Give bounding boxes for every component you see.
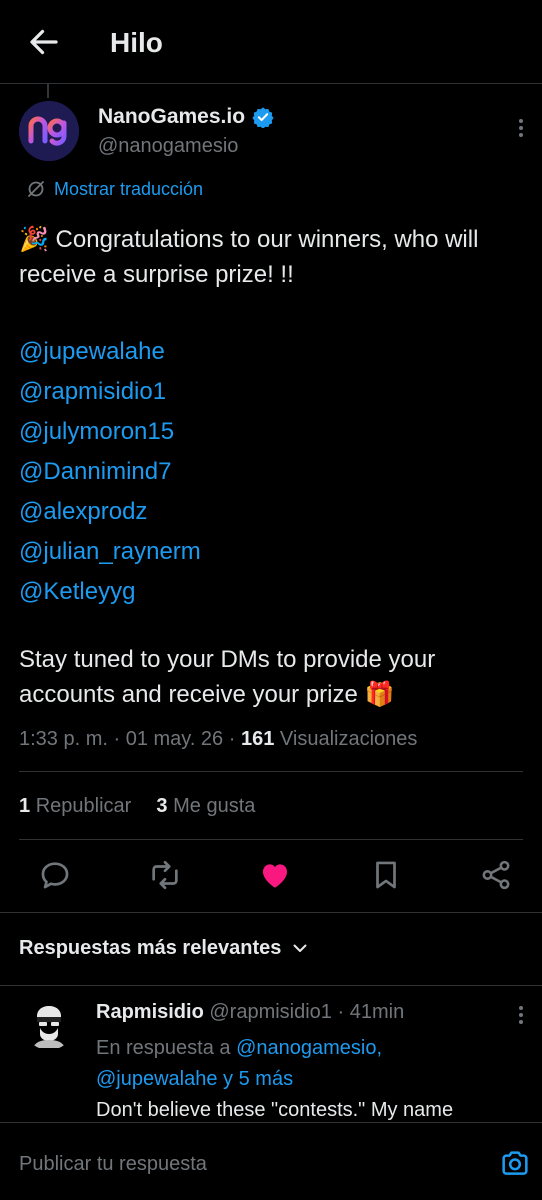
tweet-date[interactable]: 01 may. 26 (126, 728, 223, 750)
avatar[interactable] (19, 101, 79, 161)
engagement-stats: 1 Republicar 3 Me gusta (19, 793, 255, 819)
mention-list: @jupewalahe @rapmisidio1 @julymoron15 @D… (19, 332, 201, 612)
mention-link[interactable]: @julian_raynerm (19, 532, 201, 572)
meta-separator: · (228, 728, 241, 750)
reply-icon[interactable] (38, 858, 72, 892)
likes-stat[interactable]: 3 Me gusta (156, 795, 255, 817)
thread-connector (47, 84, 49, 98)
views-label: Visualizaciones (279, 728, 418, 750)
more-vertical-icon[interactable] (510, 1003, 532, 1027)
reposts-stat[interactable]: 1 Republicar (19, 795, 131, 817)
reply-context-prefix: En respuesta a (96, 1037, 231, 1059)
share-icon[interactable] (479, 858, 513, 892)
reply-text: Don't believe these "contests." My name (96, 1099, 454, 1121)
mention-link[interactable]: @Dannimind7 (19, 452, 201, 492)
reply-context-mention[interactable]: @jupewalahe y 5 más (96, 1068, 293, 1090)
tweet-meta: 1:33 p. m. · 01 may. 26 · 161 Visualizac… (19, 726, 417, 752)
mention-link[interactable]: @Ketleyyg (19, 572, 201, 612)
translate-icon (26, 179, 46, 199)
reply-input[interactable]: Publicar tu respuesta (19, 1151, 207, 1177)
reply-avatar[interactable] (23, 998, 75, 1050)
reply-separator: · (337, 1001, 345, 1023)
likes-label: Me gusta (173, 795, 256, 817)
reply-header: Rapmisidio @rapmisidio1 · 41min (96, 999, 404, 1025)
author-name-row: NanoGames.io (98, 104, 274, 130)
tweet-text-intro: 🎉 Congratulations to our winners, who wi… (19, 226, 479, 288)
chevron-down-icon (291, 939, 309, 957)
reply-time[interactable]: 41min (350, 1001, 404, 1023)
camera-icon[interactable] (499, 1147, 531, 1179)
arrow-left-icon[interactable] (26, 24, 62, 60)
likes-count: 3 (156, 795, 168, 817)
views-count: 161 (240, 728, 275, 750)
mention-link[interactable]: @rapmisidio1 (19, 372, 201, 412)
divider (0, 985, 542, 986)
reposts-label: Republicar (35, 795, 132, 817)
bookmark-icon[interactable] (369, 858, 403, 892)
mention-link[interactable]: @jupewalahe (19, 332, 201, 372)
repost-icon[interactable] (148, 858, 182, 892)
divider (19, 839, 523, 840)
tweet-time[interactable]: 1:33 p. m. (19, 728, 108, 750)
verified-badge-icon (252, 106, 274, 128)
translate-label: Mostrar traducción (54, 179, 204, 199)
reply-composer: Publicar tu respuesta (0, 1122, 542, 1200)
divider (0, 912, 542, 913)
heart-filled-icon[interactable] (258, 858, 292, 892)
reply-context: En respuesta a @nanogamesio, @jupewalahe… (96, 1033, 516, 1095)
mention-link[interactable]: @julymoron15 (19, 412, 201, 452)
author-display-name[interactable]: NanoGames.io (98, 104, 245, 130)
page-title: Hilo (110, 27, 163, 58)
top-bar: Hilo (0, 0, 542, 84)
reply-handle[interactable]: @rapmisidio1 (209, 1001, 332, 1023)
divider (19, 771, 523, 772)
author-handle[interactable]: @nanogamesio (98, 133, 238, 159)
tweet-text-outro: Stay tuned to your DMs to provide your a… (19, 646, 436, 708)
reply-context-mention[interactable]: @nanogamesio, (236, 1037, 382, 1059)
replies-sort-dropdown[interactable]: Respuestas más relevantes (19, 935, 309, 961)
more-vertical-icon[interactable] (510, 116, 532, 140)
replies-sort-label: Respuestas más relevantes (19, 937, 282, 959)
show-translation-link[interactable]: Mostrar traducción (26, 178, 203, 200)
mention-link[interactable]: @alexprodz (19, 492, 201, 532)
reply-display-name[interactable]: Rapmisidio (96, 1001, 204, 1023)
meta-separator: · (113, 728, 126, 750)
reposts-count: 1 (19, 795, 31, 817)
